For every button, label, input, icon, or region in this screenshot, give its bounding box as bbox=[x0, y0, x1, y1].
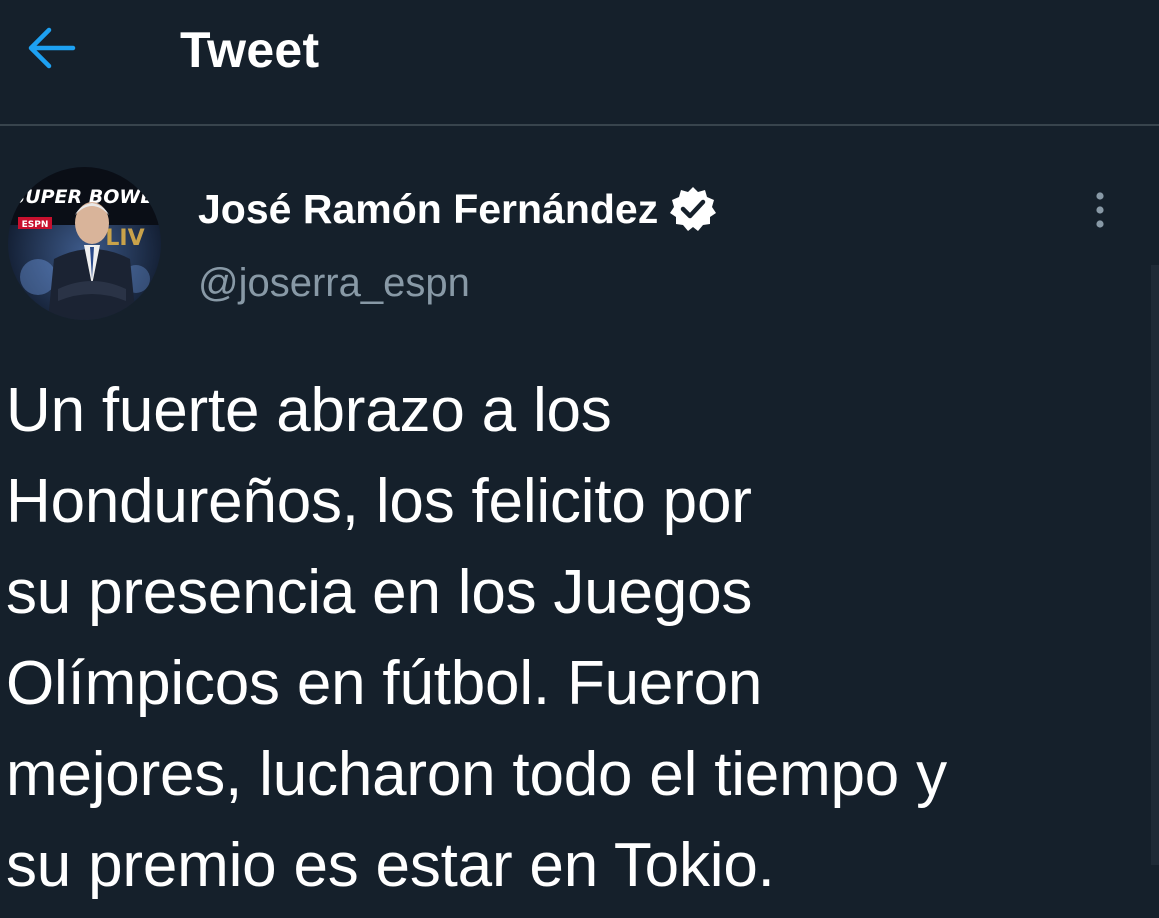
more-options-button[interactable] bbox=[1080, 185, 1120, 235]
back-button[interactable] bbox=[20, 20, 82, 76]
tweet-line: su premio es estar en Tokio. bbox=[6, 831, 775, 900]
more-vertical-icon bbox=[1096, 192, 1104, 228]
avatar[interactable]: SUPER BOWL LIV ESPN bbox=[8, 167, 161, 320]
author-handle[interactable]: @joserra_espn bbox=[198, 258, 470, 308]
author-display-name[interactable]: José Ramón Fernández bbox=[198, 184, 658, 234]
tweet-line: Hondureños, los felicito por bbox=[6, 467, 752, 536]
scrollbar[interactable] bbox=[1151, 265, 1159, 865]
avatar-edition-text: LIV bbox=[105, 226, 144, 251]
tweet-text: Un fuerte abrazo a los Hondureños, los f… bbox=[6, 365, 1136, 911]
tweet-line: su presencia en los Juegos bbox=[6, 558, 753, 627]
avatar-image: SUPER BOWL LIV ESPN bbox=[8, 167, 161, 320]
tweet-line: Un fuerte abrazo a los bbox=[6, 376, 612, 445]
top-bar: Tweet bbox=[0, 0, 1159, 126]
author-name-row: José Ramón Fernández bbox=[198, 183, 718, 235]
tweet-line: mejores, lucharon todo el tiempo y bbox=[6, 740, 947, 809]
avatar-event-text: SUPER BOWL bbox=[12, 186, 153, 208]
verified-badge-icon bbox=[668, 184, 718, 234]
arrow-left-icon bbox=[28, 27, 76, 69]
avatar-network-text: ESPN bbox=[22, 220, 49, 230]
page-title: Tweet bbox=[180, 22, 320, 78]
tweet-line: Olímpicos en fútbol. Fueron bbox=[6, 649, 763, 718]
